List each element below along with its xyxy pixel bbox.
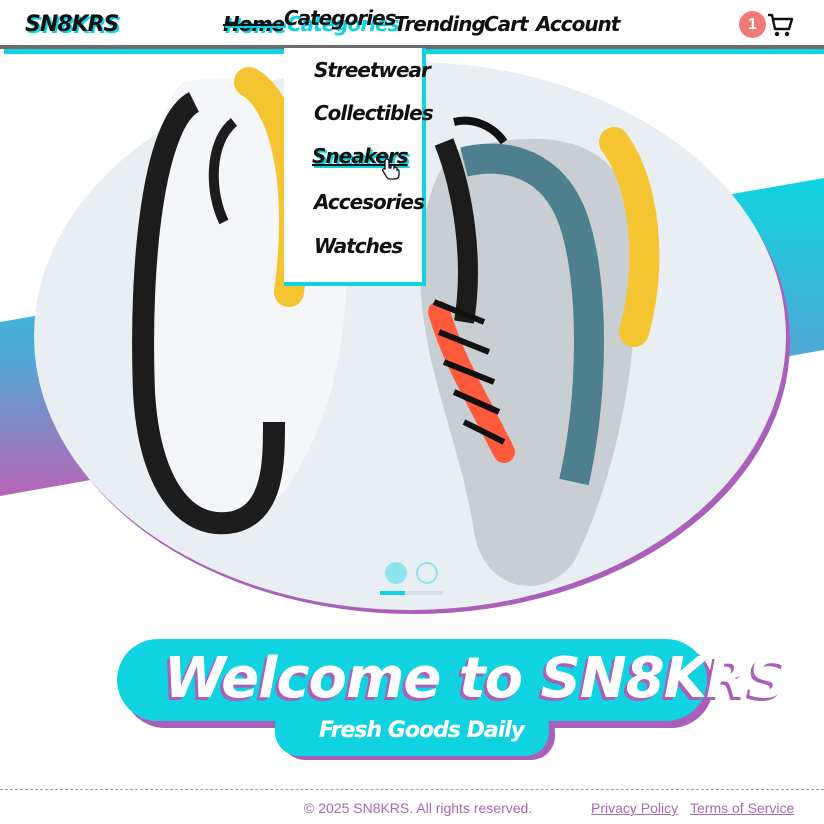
nav-categories[interactable]: Categories — [284, 6, 397, 30]
shopping-cart-icon[interactable] — [766, 11, 794, 39]
carousel-progress-bar — [380, 591, 443, 595]
welcome-heading: Welcome to SN8KRS — [164, 646, 789, 711]
nav-trending[interactable]: Trending — [394, 12, 486, 36]
nav-account[interactable]: Account — [536, 12, 620, 36]
privacy-policy-link[interactable]: Privacy Policy — [591, 800, 678, 816]
terms-of-service-link[interactable]: Terms of Service — [690, 800, 794, 816]
welcome-tagline: Fresh Goods Daily — [319, 718, 525, 743]
cart-count-badge: 1 — [739, 11, 766, 38]
dropdown-item-collectibles[interactable]: Collectibles — [314, 101, 434, 125]
hand-pointer-cursor-icon — [382, 158, 400, 180]
categories-dropdown: Streetwear Collectibles Sneakers Accesor… — [284, 48, 434, 286]
carousel-progress-fill — [380, 591, 406, 595]
dropdown-item-streetwear[interactable]: Streetwear — [314, 58, 431, 82]
carousel-dot[interactable] — [416, 562, 438, 584]
nav-home[interactable]: Home — [223, 12, 285, 36]
footer-divider — [0, 789, 824, 790]
dropdown-item-accesories[interactable]: Accesories — [314, 190, 425, 214]
site-logo[interactable]: SN8KRS — [25, 12, 119, 37]
footer-copyright: © 2025 SN8KRS. All rights reserved. — [304, 800, 533, 816]
site-header: SN8KRS Home Categories Trending Cart Acc… — [0, 0, 824, 48]
nav-cart[interactable]: Cart — [484, 12, 529, 36]
dropdown-item-watches[interactable]: Watches — [314, 234, 403, 258]
carousel-dots — [385, 562, 441, 586]
carousel-dot-active[interactable] — [385, 562, 407, 584]
